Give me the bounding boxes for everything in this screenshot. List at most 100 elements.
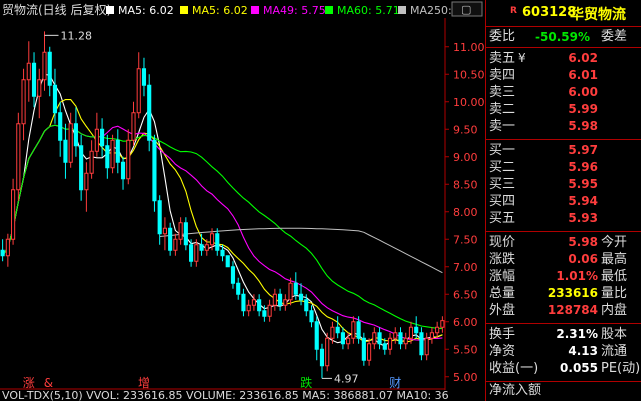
ask-level-1-label: 卖一 [489,119,516,134]
candle [309,305,314,328]
quote-3-label2: 量比 [601,286,628,301]
bid-level-2[interactable]: 买二 5.96 [486,159,641,176]
candle [429,327,434,344]
candle [115,129,120,174]
candle [440,316,445,333]
ask-level-1-value: 5.98 [568,119,598,133]
ma60-legend: MA60: 5.71 [337,4,400,17]
candle [173,233,178,256]
event-marker[interactable]: 增 [138,376,150,390]
event-marker[interactable]: 财 [389,376,401,390]
fund-0-label: 换手 [489,327,516,342]
bid-level-3[interactable]: 买三 5.95 [486,176,641,193]
candle [89,140,94,179]
candle [272,288,277,311]
net-inflow-row: 净流入额 [486,382,641,399]
quote-4-label2: 内盘 [601,303,628,318]
candle [58,101,63,157]
fund-0[interactable]: 换手 2.31% 股本 [486,326,641,343]
diff-label: 委差 [601,29,628,44]
price-tick-label: 8.50 [453,178,478,191]
quote-2[interactable]: 涨幅 1.01% 最低 [486,268,641,285]
moving-average-lines [2,73,443,347]
ma10-legend: MA5: 6.02 [192,4,248,17]
price-tick-label: 5.00 [453,371,478,384]
quote-4[interactable]: 外盘 128784 内盘 [486,302,641,319]
bid-level-4[interactable]: 买四 5.94 [486,193,641,210]
candle [141,57,147,97]
quote-1[interactable]: 涨跌 0.06 最高 [486,251,641,268]
bid-level-5-label: 买五 [489,211,516,226]
fund-2-label2: PE(动) [601,361,641,376]
candle [0,239,5,262]
candle [47,46,52,97]
ask-level-5[interactable]: 卖五 ¥6.02 [486,50,641,67]
candle [162,217,167,251]
candle [16,112,21,201]
ask-level-1[interactable]: 卖一 5.98 [486,118,641,135]
ask-level-2-label: 卖二 [489,102,516,117]
fundamental-stats: 换手 2.31% 股本 净资 4.13 流通 收益(一) 0.055 PE(动) [486,324,641,382]
candle [21,68,26,141]
bid-level-5[interactable]: 买五 5.93 [486,210,641,227]
ask-level-3[interactable]: 卖三 6.00 [486,84,641,101]
candle [5,233,10,267]
bid-level-2-value: 5.96 [568,160,598,174]
bid-levels: 买一 5.97 买二 5.96 买三 5.95 买四 5.94 买五 5.93 [486,140,641,232]
ask-level-4-value: 6.01 [568,68,598,82]
candle [367,338,372,366]
quote-3[interactable]: 总量 233616 量比 [486,285,641,302]
price-tick-label: 5.50 [453,343,478,356]
bid-level-1[interactable]: 买一 5.97 [486,142,641,159]
ask-level-2[interactable]: 卖二 5.99 [486,101,641,118]
candle [73,107,78,157]
net-inflow-label: 净流入额 [489,383,542,398]
ma60-swatch [325,6,333,14]
candle [31,52,37,108]
ratio-label: 委比 [489,29,516,44]
candle [340,327,345,350]
quote-4-label: 外盘 [489,303,516,318]
price-tick-label: 6.50 [453,288,478,301]
candle [225,255,230,268]
candle [26,41,31,102]
candle [230,261,236,289]
legend-toggle-icon[interactable]: ▢ [461,3,471,16]
candle [131,101,136,146]
margin-r-icon: R [510,6,517,16]
ma5-swatch [106,6,114,14]
candle [120,156,126,190]
quote-0-label2: 今开 [601,235,628,250]
kline-chart[interactable]: 11.00 10.50 10.00 9.50 9.00 8.50 8.00 7.50 7.00 6… [0,0,485,401]
event-marker[interactable]: 涨 [23,375,35,390]
candle [372,327,377,350]
candle [314,316,319,361]
price-tick-label: 6.00 [453,316,478,329]
event-marker[interactable]: & [44,376,53,390]
candle [152,134,157,212]
price-tick-label: 8.00 [453,206,478,219]
quote-1-label2: 最高 [601,252,628,267]
fund-1[interactable]: 净资 4.13 流通 [486,343,641,360]
candle [136,52,141,119]
price-tick-label: 7.00 [453,261,478,274]
stock-code: 603128 [522,5,577,20]
candle [387,332,393,355]
bid-level-1-value: 5.97 [568,143,598,157]
quote-0[interactable]: 现价 5.98 今开 [486,234,641,251]
stock-header: R 603128 华贸物流 [486,0,641,27]
ask-level-3-label: 卖三 [489,85,516,100]
bid-level-3-value: 5.95 [568,177,598,191]
ma49-legend: MA49: 5.75 [263,4,326,17]
candle [183,217,188,251]
candle [257,294,262,317]
candle [42,31,47,91]
fund-2[interactable]: 收益(一) 0.055 PE(动) [486,360,641,377]
candle [105,134,110,179]
event-marker[interactable]: 跌 [300,375,312,390]
ask-level-4[interactable]: 卖四 6.01 [486,67,641,84]
price-tick-label: 9.00 [453,151,478,164]
ask-level-5-mark: ¥ [518,51,526,65]
fund-2-label: 收益(一) [489,361,539,376]
ma10-swatch [180,6,188,14]
